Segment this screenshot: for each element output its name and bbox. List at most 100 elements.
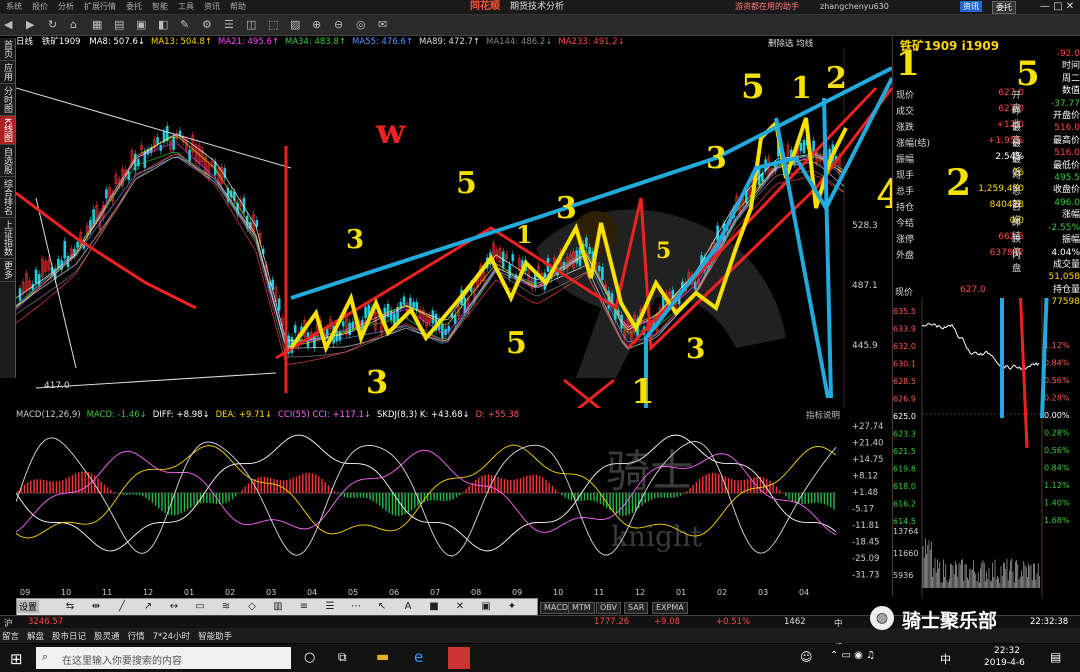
- draw-tool-icon[interactable]: ≡: [291, 599, 317, 615]
- draw-tool-icon[interactable]: ✕: [447, 599, 473, 615]
- menu-item[interactable]: 系统: [6, 0, 22, 14]
- mini-pct-ticks: 1.12% 0.84% 0.56% 0.28% 0.00% 0.28% 0.56% 0.84%…: [1044, 341, 1070, 525]
- draw-tool-icon[interactable]: ╱: [109, 599, 135, 615]
- mini-pct-tick: 0.28%: [1044, 394, 1070, 403]
- menu-item[interactable]: 委托: [126, 0, 142, 14]
- toolbar-button-icon[interactable]: ▨: [290, 18, 312, 31]
- assistant-link[interactable]: 游资都在用的助手: [735, 0, 799, 14]
- indicator-note-link[interactable]: 指标说明: [806, 409, 840, 421]
- wechat-watermark: ◍ 骑士聚乐部: [870, 604, 1070, 632]
- draw-tool-icon[interactable]: ■: [421, 599, 447, 615]
- draw-tool-icon[interactable]: ⋯: [343, 599, 369, 615]
- toolbar-button-icon[interactable]: ▤: [114, 18, 136, 31]
- left-nav-item[interactable]: 分时图: [0, 84, 15, 116]
- toolbar-button-icon[interactable]: ⬚: [268, 18, 290, 31]
- taskbar-search-box[interactable]: ⌕ 在这里输入你要搜索的内容: [36, 647, 291, 669]
- draw-tool-icon[interactable]: ▣: [473, 599, 499, 615]
- ime-indicator[interactable]: 中: [940, 651, 951, 667]
- menu-item[interactable]: 资讯: [204, 0, 220, 14]
- edge-browser-icon[interactable]: e: [414, 648, 423, 666]
- toolbar-button-icon[interactable]: ▦: [92, 18, 114, 31]
- draw-tool-icon[interactable]: A: [395, 599, 421, 615]
- cortana-icon[interactable]: ○: [304, 650, 315, 665]
- indicator-chart[interactable]: 骑士 knight +27.74 +21.40 +14.75 +8.12 +1.48 -5…: [16, 421, 892, 589]
- left-nav-item[interactable]: 自选股: [0, 145, 15, 177]
- bottom-link[interactable]: 留言: [2, 630, 19, 642]
- draw-tool-icon[interactable]: ⇹: [83, 599, 109, 615]
- toolbar-button-icon[interactable]: ⊕: [312, 18, 334, 31]
- toolbar-button-icon[interactable]: ◎: [356, 18, 378, 31]
- toolbar-button-icon[interactable]: ▶: [26, 18, 48, 31]
- notification-icon[interactable]: ▤: [1050, 650, 1061, 664]
- drawing-settings-button[interactable]: 设置: [17, 600, 40, 613]
- toolbar-button-icon[interactable]: ⚙: [202, 18, 224, 31]
- windows-start-icon[interactable]: ⊞: [10, 650, 23, 668]
- bottom-link[interactable]: 7*24小时: [153, 630, 190, 642]
- draw-tool-icon[interactable]: ↔: [161, 599, 187, 615]
- left-nav-item[interactable]: 首页: [0, 38, 15, 61]
- left-nav-item[interactable]: 应用: [0, 61, 15, 84]
- toolbar-button-icon[interactable]: ↻: [48, 18, 70, 31]
- left-nav-item[interactable]: 上证指数: [0, 218, 15, 259]
- mini-pct-tick: 1.12%: [1044, 341, 1070, 350]
- toolbar-button-icon[interactable]: ⊖: [334, 18, 356, 31]
- toolbar-button-icon[interactable]: ⌂: [70, 18, 92, 31]
- draw-tool-icon[interactable]: ≋: [213, 599, 239, 615]
- info-button[interactable]: 资讯: [960, 1, 982, 12]
- menu-item[interactable]: 智能: [152, 0, 168, 14]
- bottom-link[interactable]: 行情: [128, 630, 145, 642]
- left-nav: 首页 应用 分时图 K线图 自选股 综合排名 上证指数 更多: [0, 38, 16, 378]
- indicator-tab[interactable]: OBV: [596, 602, 622, 614]
- menu-item[interactable]: 分析: [58, 0, 74, 14]
- mini-price-tick: 621.5: [893, 447, 916, 456]
- window-controls-icon[interactable]: — □ ✕: [1040, 0, 1074, 14]
- indicator-tab[interactable]: SAR: [624, 602, 649, 614]
- draw-tool-icon[interactable]: ▥: [265, 599, 291, 615]
- ma-label: MA233: 491.2↓: [558, 37, 625, 47]
- bottom-link[interactable]: 解盘: [27, 630, 44, 642]
- menu-item[interactable]: 报价: [32, 0, 48, 14]
- menu-item[interactable]: 扩展行情: [84, 0, 116, 14]
- side-info: 516.0: [1054, 148, 1080, 159]
- task-view-icon[interactable]: ⧉: [338, 650, 347, 665]
- trade-button[interactable]: 委托: [992, 1, 1016, 14]
- wave-count-label: 1: [791, 71, 812, 106]
- indicator-tick: +14.75: [852, 455, 883, 465]
- draw-tool-icon[interactable]: ↗: [135, 599, 161, 615]
- user-icon[interactable]: ☺: [800, 650, 813, 664]
- draw-tool-icon[interactable]: ◇: [239, 599, 265, 615]
- bottom-link[interactable]: 股灵通: [94, 630, 120, 642]
- menu-item[interactable]: 帮助: [230, 0, 246, 14]
- quote-row: 今结 0.0 昨结: [892, 214, 1028, 242]
- draw-tool-icon[interactable]: ☰: [317, 599, 343, 615]
- candle-body: [511, 254, 515, 262]
- bottom-link[interactable]: 股市日记: [52, 630, 86, 642]
- tonghuashun-app-icon[interactable]: [448, 647, 470, 669]
- windows-taskbar: ⊞ ⌕ 在这里输入你要搜索的内容 ○ ⧉ ▬ e ☺ ⌃ ▭ ◉ ♫ 中 22:…: [0, 644, 1080, 672]
- toolbar-button-icon[interactable]: ☰: [224, 18, 246, 31]
- indicator-label: DIFF: +8.98↓: [152, 410, 210, 420]
- indicator-tab[interactable]: EXPMA: [652, 602, 688, 614]
- toolbar-button-icon[interactable]: ▣: [136, 18, 158, 31]
- toolbar-button-icon[interactable]: ✎: [180, 18, 202, 31]
- left-nav-item[interactable]: K线图: [0, 116, 15, 145]
- kline-chart[interactable]: w53133515351342x 417.0 528.3487.1445.9: [16, 48, 892, 408]
- left-nav-item[interactable]: 更多: [0, 259, 15, 282]
- toolbar-button-icon[interactable]: ◀: [4, 18, 26, 31]
- intraday-chart[interactable]: 635.5 633.9 632.0 630.1 628.5 626.9 625.0 623.3…: [892, 298, 1080, 598]
- left-nav-item[interactable]: 综合排名: [0, 177, 15, 218]
- draw-tool-icon[interactable]: ▭: [187, 599, 213, 615]
- toolbar-button-icon[interactable]: ◫: [246, 18, 268, 31]
- tray-icons[interactable]: ⌃ ▭ ◉ ♫: [830, 650, 875, 661]
- draw-tool-icon[interactable]: ✦: [499, 599, 525, 615]
- side-info: 涨幅: [1061, 210, 1080, 221]
- toolbar-button-icon[interactable]: ✉: [378, 18, 400, 31]
- toolbar-button-icon[interactable]: ◧: [158, 18, 180, 31]
- menu-item[interactable]: 工具: [178, 0, 194, 14]
- indicator-tab[interactable]: MTM: [568, 602, 595, 614]
- wave-count-label: 4: [876, 171, 892, 218]
- bottom-link[interactable]: 智能助手: [198, 630, 232, 642]
- file-explorer-icon[interactable]: ▬: [376, 649, 389, 665]
- draw-tool-icon[interactable]: ↖: [369, 599, 395, 615]
- draw-tool-icon[interactable]: ⇆: [57, 599, 83, 615]
